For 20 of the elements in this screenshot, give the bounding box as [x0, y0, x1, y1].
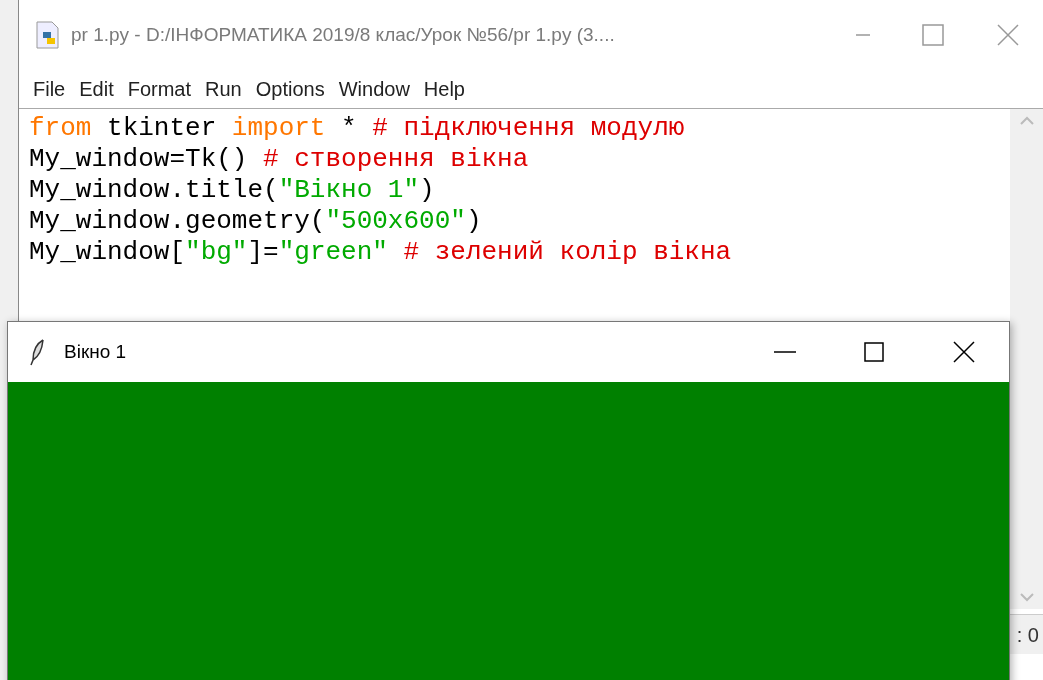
menu-item[interactable]: File [29, 74, 70, 104]
menu-item[interactable]: Run [201, 74, 246, 104]
menu-item[interactable]: Format [123, 74, 196, 104]
menu-item[interactable]: Options [251, 74, 329, 104]
window-title: Вікно 1 [64, 339, 127, 364]
code-line: from tkinter import * # підключення модулю [29, 113, 685, 144]
code-line: My_window["bg"]="green" # зелений колір вікна [29, 237, 732, 268]
code-editor[interactable]: from tkinter import * # підключення модулю My_window=Tk() # створення вікна My_window.title("Вікно 1") My_window.geometry("500x600") My_window["bg"]="green" # зелений колір вікна [19, 109, 1010, 268]
code-line: My_window.geometry("500x600") [29, 206, 482, 237]
scrollbar[interactable] [1010, 109, 1043, 609]
code-line: My_window=Tk() # створення вікна [29, 144, 529, 175]
scroll-up-icon[interactable] [1018, 115, 1035, 125]
status-text: : 0 [1016, 622, 1039, 648]
code-line: My_window.title("Вікно 1") [29, 175, 435, 206]
window-title: pr 1.py - D:/ІНФОРМАТИКА 2019/8 клас/Урок №56/pr 1.py (3.... [71, 22, 615, 47]
menu-item[interactable]: Window [334, 74, 414, 104]
menu-item[interactable]: Help [419, 74, 469, 104]
menu-item[interactable]: Edit [75, 74, 118, 104]
feather-icon [30, 338, 46, 366]
scroll-down-icon[interactable] [1018, 593, 1035, 603]
